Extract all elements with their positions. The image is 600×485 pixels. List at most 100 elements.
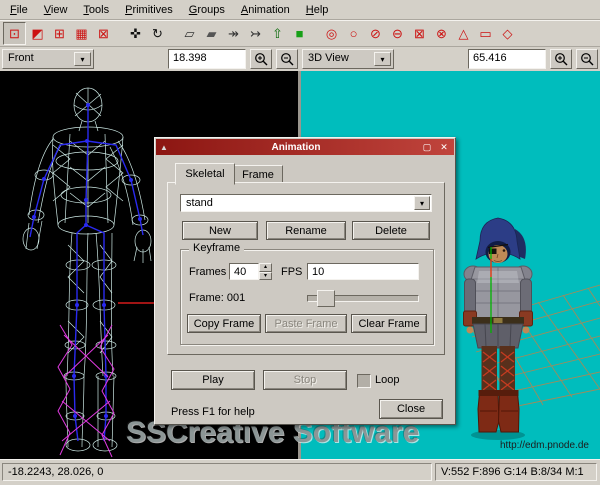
select-vertices-tool[interactable]: ⊡ — [3, 22, 26, 45]
left-zoom-out-button[interactable] — [276, 49, 298, 69]
close-icon[interactable]: ✕ — [437, 141, 451, 153]
website-url: http://edm.pnode.de — [500, 440, 589, 451]
geosphere-primitive-tool[interactable]: ⊘ — [365, 23, 386, 44]
create-polygon-tool[interactable]: ▱ — [179, 23, 200, 44]
copy-frame-button[interactable]: Copy Frame — [187, 314, 261, 333]
maximize-icon[interactable]: ▢ — [420, 141, 434, 153]
weld-vertices-tool-icon: ↠ — [228, 26, 239, 41]
menu-primitives[interactable]: Primitives — [117, 2, 181, 18]
menu-groups[interactable]: Groups — [181, 2, 233, 18]
create-quad-strip-tool-icon: ▰ — [206, 26, 217, 41]
joint-primitive-tool[interactable]: ◇ — [497, 23, 518, 44]
select-connected-tool-icon: ⊞ — [54, 26, 65, 41]
chevron-down-icon[interactable] — [414, 196, 430, 210]
loop-label: Loop — [375, 374, 400, 386]
select-bone-joints-tool-icon: ⊠ — [98, 26, 109, 41]
create-quad-strip-tool[interactable]: ▰ — [201, 23, 222, 44]
frame-slider[interactable] — [307, 290, 419, 307]
rotate-tool-icon: ↻ — [152, 26, 163, 41]
plane-primitive-tool[interactable]: ▭ — [475, 23, 496, 44]
delete-button[interactable]: Delete — [352, 221, 430, 240]
extrude-tool[interactable]: ⇧ — [267, 23, 288, 44]
menu-animation[interactable]: Animation — [233, 2, 298, 18]
viewport-controls: Front 18.398 3D View 65.416 — [0, 47, 600, 72]
select-bone-joints-tool[interactable]: ⊠ — [93, 23, 114, 44]
left-view-value: Front — [8, 52, 34, 64]
attach-vertices-tool[interactable]: ↣ — [245, 23, 266, 44]
tab-skeletal[interactable]: Skeletal — [175, 163, 235, 185]
fps-label: FPS — [281, 266, 303, 278]
tab-frame-label: Frame — [242, 168, 274, 181]
cylinder-primitive-tool-icon: ⊖ — [392, 26, 403, 41]
rename-button[interactable]: Rename — [266, 221, 346, 240]
right-view-select[interactable]: 3D View — [302, 49, 394, 69]
select-groups-tool[interactable]: ▦ — [71, 23, 92, 44]
joint-primitive-tool-icon: ◇ — [502, 26, 513, 41]
menu-help[interactable]: Help — [298, 2, 337, 18]
select-faces-tool-icon: ◩ — [31, 26, 44, 41]
rotate-tool[interactable]: ↻ — [147, 23, 168, 44]
animation-select[interactable]: stand — [180, 194, 432, 212]
keyframe-groupbox: Keyframe Frames 40 FPS 10 Frame: 001 Cop… — [180, 242, 434, 345]
menu-tools[interactable]: Tools — [75, 2, 117, 18]
right-zoom-in-button[interactable] — [550, 49, 572, 69]
application-window: File View Tools Primitives Groups Animation He… — [0, 0, 600, 485]
select-faces-tool[interactable]: ◩ — [27, 23, 48, 44]
extrude-tool-icon: ⇧ — [272, 26, 283, 41]
slider-handle[interactable] — [317, 290, 335, 307]
paste-frame-button[interactable]: Paste Frame — [265, 314, 347, 333]
dialog-menu-icon[interactable]: ▲ — [156, 143, 172, 152]
play-button[interactable]: Play — [171, 370, 255, 390]
stop-button[interactable]: Stop — [263, 370, 347, 390]
move-tool[interactable]: ✜ — [125, 23, 146, 44]
animation-name: stand — [186, 197, 213, 209]
ellipsoid-primitive-tool[interactable]: ⊗ — [431, 23, 452, 44]
ellipsoid-primitive-tool-icon: ⊗ — [436, 26, 447, 41]
cone-primitive-tool[interactable]: △ — [453, 23, 474, 44]
right-zoom-input[interactable]: 65.416 — [468, 49, 546, 69]
torus-primitive-tool-icon: ◎ — [325, 26, 338, 41]
menu-file[interactable]: File — [2, 2, 36, 18]
left-zoom-input[interactable]: 18.398 — [168, 49, 246, 69]
skeletal-tab-panel: stand New Rename Delete Keyframe Frames … — [167, 182, 445, 355]
dialog-titlebar[interactable]: ▲ Animation ▢ ✕ — [156, 139, 454, 155]
dialog-title: Animation — [271, 141, 321, 153]
select-vertices-tool-icon: ⊡ — [9, 26, 20, 41]
loop-checkbox[interactable] — [357, 374, 371, 388]
cylinder-primitive-tool[interactable]: ⊖ — [387, 23, 408, 44]
plane-primitive-tool-icon: ▭ — [479, 26, 492, 41]
clear-frame-button[interactable]: Clear Frame — [351, 314, 427, 333]
new-button[interactable]: New — [182, 221, 258, 240]
right-zoom-out-button[interactable] — [576, 49, 598, 69]
menu-view[interactable]: View — [36, 2, 76, 18]
frames-input[interactable]: 40 — [229, 263, 259, 280]
cursor-coordinates: -18.2243, 28.026, 0 — [2, 463, 432, 481]
spin-down-icon[interactable] — [259, 271, 272, 280]
create-polygon-tool-icon: ▱ — [184, 26, 195, 41]
cone-primitive-tool-icon: △ — [458, 26, 469, 41]
sphere-primitive-tool[interactable]: ○ — [343, 23, 364, 44]
weld-vertices-tool[interactable]: ↠ — [223, 23, 244, 44]
zoom-out-icon — [581, 53, 594, 66]
left-zoom-in-button[interactable] — [250, 49, 272, 69]
help-hint-text: Press F1 for help — [171, 406, 255, 418]
background-image-tool[interactable]: ■ — [289, 23, 310, 44]
animation-dialog: ▲ Animation ▢ ✕ Skeletal Frame stand New… — [154, 137, 456, 425]
status-bar: -18.2243, 28.026, 0 V:552 F:896 G:14 B:8… — [0, 459, 600, 485]
sphere-primitive-tool-icon: ○ — [349, 26, 358, 41]
close-button[interactable]: Close — [379, 399, 443, 419]
select-groups-tool-icon: ▦ — [75, 26, 88, 41]
current-frame-label: Frame: 001 — [189, 292, 246, 304]
torus-primitive-tool[interactable]: ◎ — [321, 23, 342, 44]
chevron-down-icon[interactable] — [74, 52, 91, 66]
fps-input[interactable]: 10 — [307, 263, 419, 280]
menu-bar: File View Tools Primitives Groups Animation He… — [0, 0, 600, 20]
spin-up-icon[interactable] — [259, 263, 272, 272]
skeleton-bones — [29, 105, 144, 442]
select-connected-tool[interactable]: ⊞ — [49, 23, 70, 44]
cube-primitive-tool[interactable]: ⊠ — [409, 23, 430, 44]
zoom-out-icon — [281, 53, 294, 66]
left-view-select[interactable]: Front — [2, 49, 94, 69]
chevron-down-icon[interactable] — [374, 52, 391, 66]
model-statistics: V:552 F:896 G:14 B:8/34 M:1 — [435, 463, 597, 481]
